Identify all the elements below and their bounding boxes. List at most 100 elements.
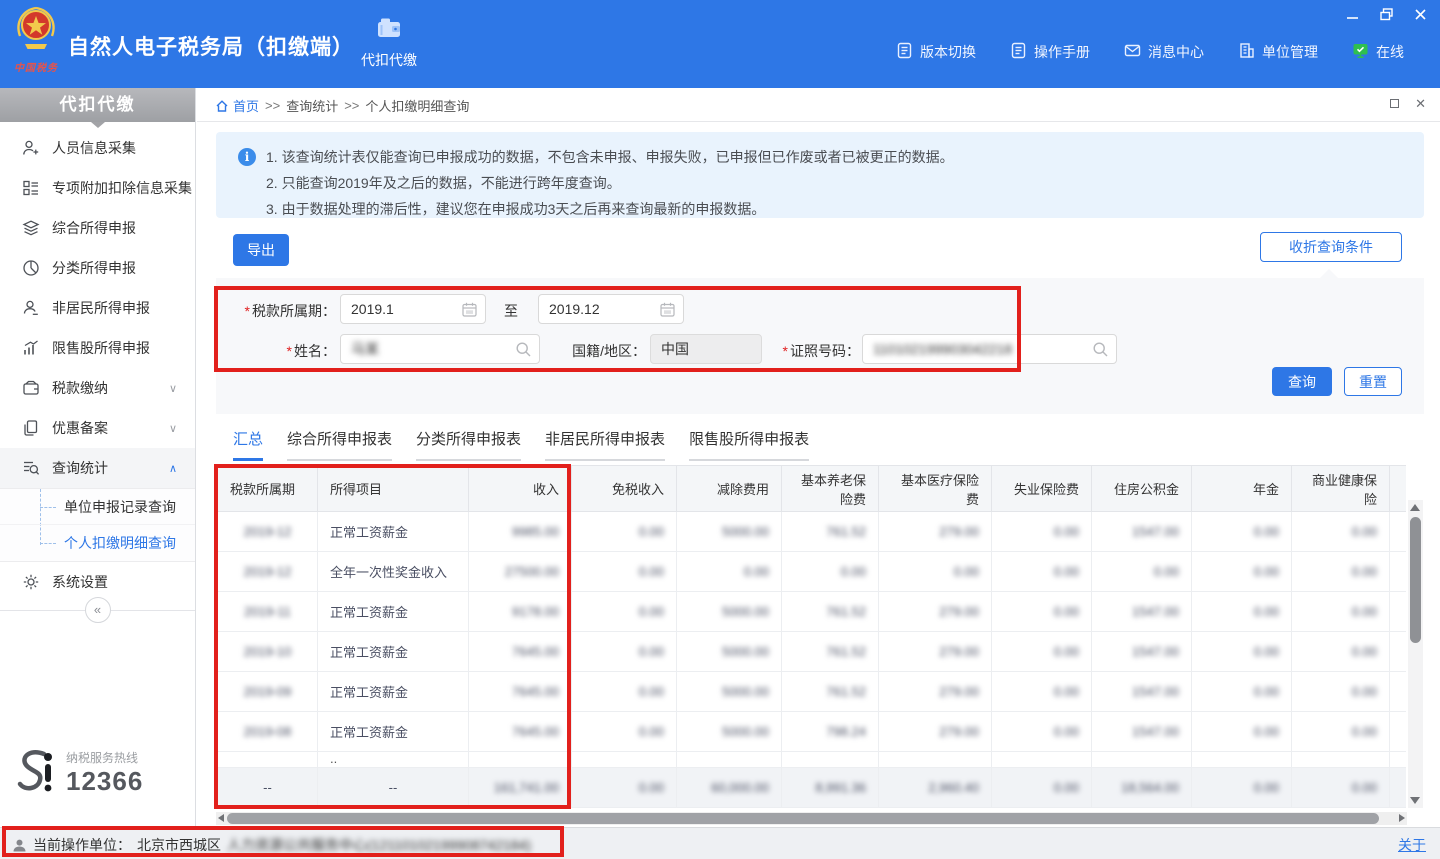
table-cell: 5000.00 xyxy=(677,592,782,632)
calendar-icon[interactable] xyxy=(461,301,478,318)
sidebar-item-分类所得申报[interactable]: 分类所得申报 xyxy=(0,248,195,288)
mail-icon xyxy=(1124,42,1141,62)
table-cell: 0.00 xyxy=(1292,512,1390,552)
sidebar-item-系统设置[interactable]: 系统设置 xyxy=(0,562,195,602)
horizontal-scroll-thumb[interactable] xyxy=(227,813,1379,824)
header-nav-操作手册[interactable]: 操作手册 xyxy=(1010,42,1090,62)
table-cell: 0.00 xyxy=(992,512,1092,552)
sidebar-item-限售股所得申报[interactable]: 限售股所得申报 xyxy=(0,328,195,368)
sidebar-item-label: 分类所得申报 xyxy=(52,258,136,278)
table-cell: 761.52 xyxy=(782,592,879,632)
header-nav-版本切换[interactable]: 版本切换 xyxy=(896,42,976,62)
sidebar-subitem-个人扣缴明细查询[interactable]: 个人扣缴明细查询 xyxy=(0,525,195,561)
breadcrumb-separator: >> xyxy=(265,98,280,113)
doc-icon xyxy=(896,42,913,62)
header-nav-消息中心[interactable]: 消息中心 xyxy=(1124,42,1204,62)
search-icon[interactable] xyxy=(1092,341,1109,358)
table-cell: 0.00 xyxy=(992,592,1092,632)
submenu-stub-line xyxy=(40,507,56,508)
reset-button[interactable]: 重置 xyxy=(1344,367,1402,396)
restore-button[interactable] xyxy=(1378,6,1394,22)
copy-icon xyxy=(22,419,40,437)
sidebar-collapse-button[interactable]: « xyxy=(85,597,111,623)
column-header-所得项目: 所得项目 xyxy=(318,466,469,512)
column-header-基本养老保险费: 基本养老保险费 xyxy=(782,466,879,512)
calendar-icon[interactable] xyxy=(659,301,676,318)
about-link[interactable]: 关于 xyxy=(1398,835,1426,855)
column-header-收入: 收入 xyxy=(469,466,572,512)
sidebar-subitem-单位申报记录查询[interactable]: 单位申报记录查询 xyxy=(0,489,195,525)
header-nav-单位管理[interactable]: 单位管理 xyxy=(1238,42,1318,62)
tab-非居民所得申报表[interactable]: 非居民所得申报表 xyxy=(545,428,665,461)
table-cell: 0.00 xyxy=(1390,592,1407,632)
scroll-left-arrow-icon[interactable] xyxy=(218,814,224,822)
column-header-住房公积金: 住房公积金 xyxy=(1092,466,1192,512)
collapse-query-button[interactable]: 收折查询条件 xyxy=(1260,232,1402,262)
tab-withholding-module[interactable]: 代扣代缴 xyxy=(344,16,434,70)
table-row: 2019-11正常工资薪金9178.000.005000.00761.52279… xyxy=(218,592,1407,632)
table-cell: 0.00 xyxy=(1292,672,1390,712)
table-cell: 0.00 xyxy=(1292,768,1390,808)
content-maximize-icon[interactable] xyxy=(1390,99,1399,108)
header-nav-在线[interactable]: 在线 xyxy=(1352,42,1404,62)
content-close-icon[interactable]: ✕ xyxy=(1415,97,1426,111)
table-cell: 0.00 xyxy=(1390,552,1407,592)
sidebar-item-综合所得申报[interactable]: 综合所得申报 xyxy=(0,208,195,248)
table-cell xyxy=(677,752,782,768)
building-icon xyxy=(1238,42,1255,62)
vertical-scroll-thumb[interactable] xyxy=(1410,517,1421,643)
tab-综合所得申报表[interactable]: 综合所得申报表 xyxy=(287,428,392,461)
minimize-button[interactable] xyxy=(1344,6,1360,22)
sidebar-item-非居民所得申报[interactable]: 非居民所得申报 xyxy=(0,288,195,328)
table-cell: 0.00 xyxy=(992,552,1092,592)
sidebar-item-税款缴纳[interactable]: 税款缴纳∨ xyxy=(0,368,195,408)
breadcrumb-home[interactable]: 首页 xyxy=(215,96,259,115)
table-cell: 正常工资薪金 xyxy=(318,632,469,672)
period-to-input[interactable]: 2019.12 xyxy=(538,294,684,324)
sidebar-item-label: 人员信息采集 xyxy=(52,138,136,158)
horizontal-scrollbar[interactable] xyxy=(216,812,1407,825)
table-cell: 0.00 xyxy=(1390,632,1407,672)
sidebar-item-label: 查询统计 xyxy=(52,458,108,478)
wallet-icon xyxy=(22,379,40,397)
bar-chart-icon xyxy=(22,339,40,357)
period-from-input[interactable]: 2019.1 xyxy=(340,294,486,324)
table-cell: 27500.00 xyxy=(469,552,572,592)
scroll-up-arrow-icon[interactable] xyxy=(1410,504,1420,511)
table-cell: 0.00 xyxy=(1192,632,1292,672)
scroll-down-arrow-icon[interactable] xyxy=(1410,797,1420,804)
table-cell: 2019-12 xyxy=(218,512,318,552)
toolbar-row: 导出 收折查询条件 xyxy=(216,230,1424,270)
id-number-input[interactable]: 110102199903042218 xyxy=(862,334,1117,364)
online-icon xyxy=(1352,42,1369,62)
sidebar-item-label: 税款缴纳 xyxy=(52,378,108,398)
table-cell: 0.00 xyxy=(782,552,879,592)
sidebar-item-查询统计[interactable]: 查询统计∧ xyxy=(0,448,195,488)
table-cell: 正常工资薪金 xyxy=(318,512,469,552)
tab-汇总[interactable]: 汇总 xyxy=(233,428,263,461)
close-button[interactable] xyxy=(1412,6,1428,22)
name-input[interactable]: 马某 xyxy=(340,334,540,364)
table-row-ellipsis: .. xyxy=(218,752,1407,768)
sidebar-item-优惠备案[interactable]: 优惠备案∨ xyxy=(0,408,195,448)
scroll-right-arrow-icon[interactable] xyxy=(1399,814,1405,822)
table-cell: 0.00 xyxy=(1292,592,1390,632)
table-cell xyxy=(218,752,318,768)
tab-分类所得申报表[interactable]: 分类所得申报表 xyxy=(416,428,521,461)
vertical-scrollbar[interactable] xyxy=(1408,500,1423,808)
column-header-税款: 税款 xyxy=(1390,466,1407,512)
export-button[interactable]: 导出 xyxy=(233,234,289,266)
sidebar-item-人员信息采集[interactable]: 人员信息采集 xyxy=(0,128,195,168)
query-button[interactable]: 查询 xyxy=(1272,367,1332,396)
tab-限售股所得申报表[interactable]: 限售股所得申报表 xyxy=(689,428,809,461)
pie-chart-icon xyxy=(22,259,40,277)
current-unit-masked: 人力资源公共服务中心(12110102199908742184) xyxy=(227,835,531,855)
header-nav-label: 消息中心 xyxy=(1148,42,1204,62)
search-icon[interactable] xyxy=(515,341,532,358)
sidebar-item-label: 非居民所得申报 xyxy=(52,298,150,318)
wallet-tab-icon xyxy=(376,27,402,44)
table-cell: 761.52 xyxy=(782,632,879,672)
breadcrumb-item[interactable]: 查询统计 xyxy=(286,96,338,115)
nationality-input: 中国 xyxy=(650,334,762,364)
sidebar-item-专项附加扣除信息采集[interactable]: 专项附加扣除信息采集 xyxy=(0,168,195,208)
